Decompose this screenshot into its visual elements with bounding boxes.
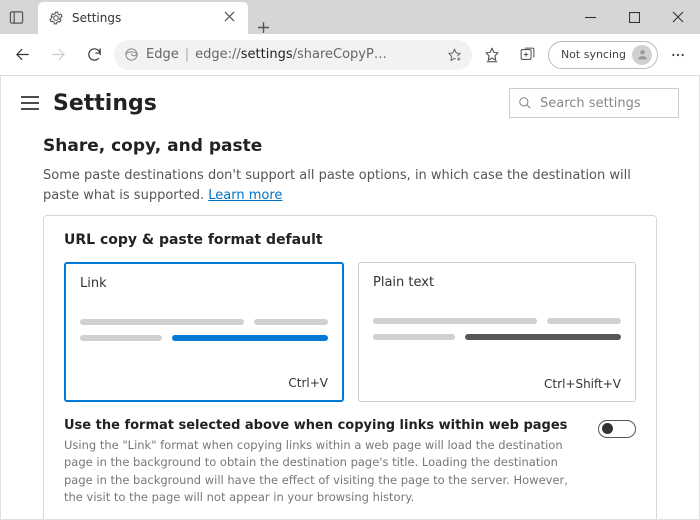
- minimize-button[interactable]: [568, 0, 612, 34]
- menu-toggle-button[interactable]: [21, 96, 39, 110]
- option-label: Link: [80, 276, 328, 291]
- tab-title: Settings: [72, 11, 216, 25]
- title-bar: Settings: [0, 0, 700, 34]
- collections-icon: [519, 46, 536, 63]
- browser-toolbar: Edge | edge://settings/shareCopyP… Not s…: [0, 34, 700, 76]
- window-controls: [568, 0, 700, 34]
- profile-status: Not syncing: [561, 48, 626, 61]
- profile-button[interactable]: Not syncing: [548, 41, 658, 69]
- option-shortcut: Ctrl+Shift+V: [544, 377, 621, 391]
- ellipsis-icon: [670, 47, 686, 63]
- toggle-description: Using the "Link" format when copying lin…: [64, 437, 582, 506]
- avatar-icon: [632, 45, 652, 65]
- option-link[interactable]: Link Ctrl+V: [64, 262, 344, 402]
- format-options: Link Ctrl+V Plain text Ctrl+Shift+V: [64, 262, 636, 402]
- tab-actions-icon: [9, 10, 24, 25]
- maximize-icon: [629, 12, 640, 23]
- section-subtitle: Some paste destinations don't support al…: [43, 166, 657, 205]
- address-divider: |: [185, 47, 189, 62]
- new-tab-button[interactable]: [248, 21, 278, 34]
- option-label: Plain text: [373, 275, 621, 290]
- edge-logo-icon: [124, 47, 140, 63]
- format-default-card: URL copy & paste format default Link Ctr…: [43, 215, 657, 519]
- menu-button[interactable]: [662, 39, 694, 71]
- close-icon: [672, 11, 684, 23]
- copy-links-toggle[interactable]: [598, 420, 636, 438]
- tab-strip: Settings: [32, 0, 568, 34]
- gear-icon: [48, 10, 64, 26]
- collections-button[interactable]: [512, 39, 544, 71]
- search-icon: [518, 96, 532, 110]
- favorite-button[interactable]: [446, 47, 462, 63]
- page-header: Settings Search settings: [1, 76, 699, 126]
- card-title: URL copy & paste format default: [64, 232, 636, 248]
- address-prefix: Edge: [146, 47, 179, 62]
- address-bar[interactable]: Edge | edge://settings/shareCopyP…: [114, 40, 472, 70]
- favorites-button[interactable]: [476, 39, 508, 71]
- close-tab-button[interactable]: [224, 11, 238, 25]
- back-button[interactable]: [6, 39, 38, 71]
- option-plain-text[interactable]: Plain text Ctrl+Shift+V: [358, 262, 636, 402]
- preview-bars: [373, 318, 621, 340]
- page-title: Settings: [53, 91, 495, 116]
- refresh-button[interactable]: [78, 39, 110, 71]
- tab-actions-button[interactable]: [0, 0, 32, 34]
- address-url: edge://settings/shareCopyP…: [195, 47, 440, 62]
- toggle-title: Use the format selected above when copyi…: [64, 418, 582, 433]
- star-icon: [483, 46, 501, 64]
- toggle-knob: [602, 423, 613, 434]
- maximize-button[interactable]: [612, 0, 656, 34]
- arrow-right-icon: [50, 46, 67, 63]
- star-plus-icon: [446, 47, 463, 64]
- content: Share, copy, and paste Some paste destin…: [1, 126, 699, 519]
- minimize-icon: [585, 12, 596, 23]
- search-settings-input[interactable]: Search settings: [509, 88, 679, 118]
- learn-more-link[interactable]: Learn more: [208, 188, 282, 203]
- search-placeholder: Search settings: [540, 96, 641, 111]
- refresh-icon: [86, 46, 103, 63]
- forward-button: [42, 39, 74, 71]
- settings-page: Settings Search settings Share, copy, an…: [1, 76, 699, 519]
- copy-links-toggle-row: Use the format selected above when copyi…: [64, 418, 636, 506]
- section-title: Share, copy, and paste: [43, 136, 657, 156]
- option-shortcut: Ctrl+V: [288, 376, 328, 390]
- preview-bars: [80, 319, 328, 341]
- plus-icon: [257, 21, 270, 34]
- close-icon: [224, 11, 235, 22]
- close-window-button[interactable]: [656, 0, 700, 34]
- arrow-left-icon: [14, 46, 31, 63]
- hamburger-icon: [21, 96, 39, 110]
- browser-tab-settings[interactable]: Settings: [38, 2, 248, 34]
